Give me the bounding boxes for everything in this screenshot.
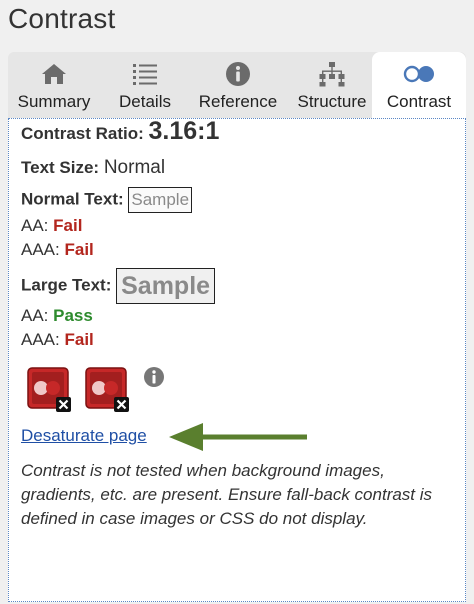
tab-label: Summary <box>17 92 91 111</box>
normal-aa-label: AA: <box>21 216 49 235</box>
tab-label: Reference <box>198 92 278 111</box>
tab-label: Structure <box>297 92 367 111</box>
app-title: Contrast <box>8 3 116 34</box>
background-color-swatch[interactable] <box>85 367 131 413</box>
tab-bar: Summary Details Reference Structure Cont… <box>8 52 466 118</box>
list-icon <box>108 52 182 92</box>
arrow-left-icon <box>169 422 309 452</box>
contrast-ratio-row: Contrast Ratio: 3.16:1 <box>21 118 220 146</box>
text-size-row: Text Size: Normal <box>21 157 165 179</box>
contrast-ratio-label: Contrast Ratio: <box>21 124 144 143</box>
large-aaa-result: Fail <box>64 330 94 349</box>
large-text-label: Large Text: <box>21 275 112 295</box>
normal-aaa-result: Fail <box>64 240 94 259</box>
foreground-color-swatch[interactable] <box>27 367 73 413</box>
tab-label: Details <box>119 92 171 111</box>
tab-details[interactable]: Details <box>108 52 182 118</box>
normal-aaa-label: AAA: <box>21 240 60 259</box>
large-text-sample: Sample <box>116 268 216 304</box>
text-size-value: Normal <box>103 157 166 178</box>
contrast-note: Contrast is not tested when background i… <box>21 461 433 528</box>
contrast-panel: Contrast Ratio: 3.16:1 Text Size: Normal… <box>8 118 466 602</box>
normal-text-label: Normal Text: <box>21 189 124 209</box>
normal-aa-result: Fail <box>53 216 83 235</box>
normal-text-row: Normal Text: Sample <box>21 187 193 213</box>
desaturate-page-link[interactable]: Desaturate page <box>21 426 147 446</box>
large-aa-row: AA: Pass <box>21 306 93 326</box>
normal-text-sample: Sample <box>128 187 193 213</box>
normal-aaa-row: AAA: Fail <box>21 240 94 260</box>
large-aa-label: AA: <box>21 306 49 325</box>
tab-structure[interactable]: Structure <box>288 52 376 118</box>
tab-summary[interactable]: Summary <box>8 52 100 118</box>
contrast-ratio-value: 3.16:1 <box>148 118 220 145</box>
contrast-icon <box>372 52 466 92</box>
info-icon[interactable] <box>143 366 165 388</box>
tab-label: Contrast <box>386 92 452 111</box>
home-icon <box>8 52 100 92</box>
large-aaa-label: AAA: <box>21 330 60 349</box>
hierarchy-icon <box>288 52 376 92</box>
large-text-row: Large Text: Sample <box>21 268 216 304</box>
large-aaa-row: AAA: Fail <box>21 330 94 350</box>
text-size-label: Text Size: <box>21 158 100 177</box>
tab-contrast[interactable]: Contrast <box>372 52 466 118</box>
normal-aa-row: AA: Fail <box>21 216 82 236</box>
info-icon <box>192 52 284 92</box>
large-aa-result: Pass <box>53 306 93 325</box>
tab-reference[interactable]: Reference <box>192 52 284 118</box>
